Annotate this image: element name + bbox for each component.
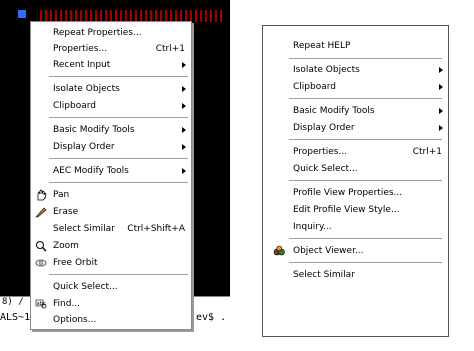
menu-item-display-order[interactable]: Display Order bbox=[263, 120, 448, 136]
menu-separator bbox=[289, 180, 442, 182]
submenu-arrow-icon bbox=[182, 168, 186, 174]
menu-item-label: Display Order bbox=[293, 123, 355, 133]
menu-separator bbox=[289, 139, 442, 141]
submenu-arrow-icon bbox=[182, 127, 186, 133]
menu-item-quick-select[interactable]: Quick Select... bbox=[263, 161, 448, 177]
submenu-arrow-icon bbox=[439, 84, 443, 90]
menu-item-label: Inquiry... bbox=[293, 222, 332, 232]
submenu-arrow-icon bbox=[182, 86, 186, 92]
submenu-arrow-icon bbox=[439, 67, 443, 73]
pan-icon bbox=[37, 189, 47, 201]
menu-item-isolate-objects[interactable]: Isolate Objects bbox=[263, 62, 448, 78]
menu-separator bbox=[289, 98, 442, 100]
menu-item-label: Quick Select... bbox=[293, 164, 358, 174]
menu-item-label: Isolate Objects bbox=[293, 65, 360, 75]
menu-item-aec-modify-tools[interactable]: AEC Modify Tools bbox=[31, 163, 191, 179]
menu-separator bbox=[49, 182, 188, 184]
menu-item-label: Display Order bbox=[53, 142, 115, 152]
menu-item-free-orbit[interactable]: Free Orbit bbox=[31, 255, 191, 271]
menu-item-label: Erase bbox=[53, 207, 79, 217]
menu-item-object-viewer[interactable]: Object Viewer... bbox=[263, 243, 448, 259]
menu-item-label: Properties... bbox=[53, 44, 108, 54]
menu-separator bbox=[289, 58, 442, 60]
menu-item-shortcut: Ctrl+1 bbox=[155, 44, 185, 54]
submenu-arrow-icon bbox=[182, 62, 186, 68]
menu-item-pan[interactable]: Pan bbox=[31, 187, 191, 203]
context-menu-left: Repeat Properties... Properties... Ctrl+… bbox=[30, 21, 192, 330]
menu-item-find[interactable]: abc Find... bbox=[31, 296, 191, 312]
object-viewer-icon bbox=[273, 245, 285, 256]
menu-separator bbox=[49, 158, 188, 160]
menu-item-recent-input[interactable]: Recent Input bbox=[31, 57, 191, 73]
menu-item-label: Zoom bbox=[53, 241, 79, 251]
submenu-arrow-icon bbox=[182, 103, 186, 109]
menu-item-clipboard[interactable]: Clipboard bbox=[31, 98, 191, 114]
menu-item-shortcut: Ctrl+Shift+A bbox=[127, 224, 185, 234]
menu-item-label: Properties... bbox=[293, 147, 348, 157]
menu-separator bbox=[289, 262, 442, 264]
menu-separator bbox=[49, 76, 188, 78]
command-line-left: ALS~1 bbox=[0, 312, 31, 323]
menu-separator bbox=[49, 274, 188, 276]
menu-item-properties[interactable]: Properties... Ctrl+1 bbox=[263, 144, 448, 160]
menu-item-label: Recent Input bbox=[53, 60, 111, 70]
menu-item-label: Quick Select... bbox=[53, 282, 118, 292]
grip-marker[interactable] bbox=[18, 10, 26, 18]
menu-item-label: Edit Profile View Style... bbox=[293, 205, 400, 215]
erase-icon bbox=[35, 207, 47, 218]
menu-item-repeat-help[interactable]: Repeat HELP bbox=[263, 38, 448, 54]
menu-item-label: Options... bbox=[53, 315, 97, 325]
menu-item-isolate-objects[interactable]: Isolate Objects bbox=[31, 81, 191, 97]
menu-item-erase[interactable]: Erase bbox=[31, 204, 191, 220]
menu-item-label: Free Orbit bbox=[53, 258, 98, 268]
zoom-icon bbox=[36, 241, 47, 252]
menu-item-basic-modify-tools[interactable]: Basic Modify Tools bbox=[263, 103, 448, 119]
menu-item-repeat-properties[interactable]: Repeat Properties... bbox=[31, 25, 191, 41]
submenu-arrow-icon bbox=[439, 125, 443, 131]
menu-item-label: Basic Modify Tools bbox=[53, 125, 135, 135]
menu-separator bbox=[49, 117, 188, 119]
menu-item-select-similar[interactable]: Select Similar Ctrl+Shift+A bbox=[31, 221, 191, 237]
menu-item-shortcut: Ctrl+1 bbox=[412, 147, 442, 157]
submenu-arrow-icon bbox=[439, 108, 443, 114]
menu-item-label: Clipboard bbox=[53, 101, 96, 111]
menu-item-label: Basic Modify Tools bbox=[293, 106, 375, 116]
menu-item-inquiry[interactable]: Inquiry... bbox=[263, 219, 448, 235]
menu-item-label: Repeat Properties... bbox=[53, 28, 142, 38]
menu-item-display-order[interactable]: Display Order bbox=[31, 139, 191, 155]
menu-item-label: Isolate Objects bbox=[53, 84, 120, 94]
layout-tab[interactable]: 8) / bbox=[2, 297, 24, 307]
menu-separator bbox=[289, 238, 442, 240]
menu-item-label: Find... bbox=[53, 299, 81, 309]
menu-item-basic-modify-tools[interactable]: Basic Modify Tools bbox=[31, 122, 191, 138]
menu-item-clipboard[interactable]: Clipboard bbox=[263, 79, 448, 95]
menu-item-profile-view-properties[interactable]: Profile View Properties... bbox=[263, 185, 448, 201]
orbit-icon bbox=[35, 259, 47, 267]
menu-item-label: Repeat HELP bbox=[293, 41, 351, 51]
menu-item-label: Profile View Properties... bbox=[293, 188, 403, 198]
menu-item-select-similar[interactable]: Select Similar bbox=[263, 267, 448, 283]
find-icon: abc bbox=[35, 299, 47, 309]
command-line-right: ev$ . bbox=[196, 312, 227, 323]
menu-item-edit-profile-view-style[interactable]: Edit Profile View Style... bbox=[263, 202, 448, 218]
context-menu-right: Repeat HELP Isolate Objects Clipboard Ba… bbox=[262, 25, 449, 337]
menu-item-zoom[interactable]: Zoom bbox=[31, 238, 191, 254]
menu-item-quick-select[interactable]: Quick Select... bbox=[31, 279, 191, 295]
submenu-arrow-icon bbox=[182, 144, 186, 150]
menu-item-label: Select Similar bbox=[293, 270, 355, 280]
menu-item-properties[interactable]: Properties... Ctrl+1 bbox=[31, 41, 191, 57]
menu-item-label: AEC Modify Tools bbox=[53, 166, 129, 176]
menu-item-label: Object Viewer... bbox=[293, 246, 364, 256]
menu-item-label: Clipboard bbox=[293, 82, 336, 92]
menu-item-label: Select Similar bbox=[53, 224, 115, 234]
menu-item-options[interactable]: Options... bbox=[31, 312, 191, 328]
menu-item-label: Pan bbox=[53, 190, 70, 200]
